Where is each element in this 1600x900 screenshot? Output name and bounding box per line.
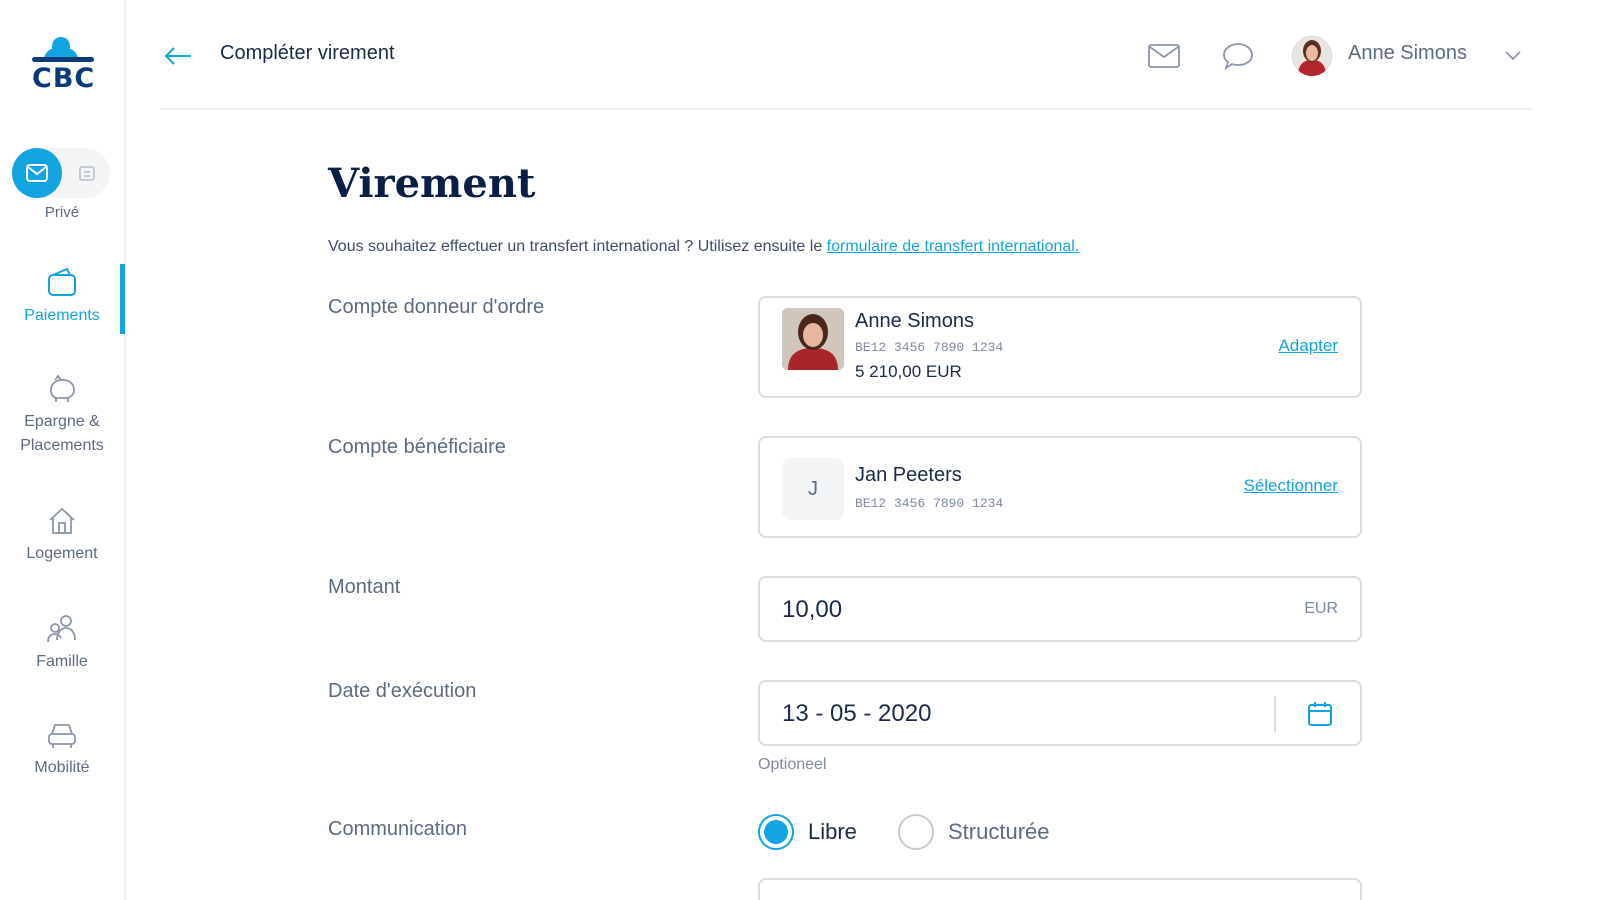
ordering-account-card: Anne Simons BE12 3456 7890 1234 5 210,00…	[758, 296, 1362, 398]
communication-text-field[interactable]	[758, 878, 1362, 900]
chat-bubble-icon[interactable]	[1218, 38, 1258, 74]
toggle-label-private: Privé	[44, 204, 80, 221]
sidebar: CBC Privé Paiements Epargne & Placements…	[0, 0, 126, 900]
logo-bar	[32, 57, 94, 62]
sidebar-item-paiements[interactable]: Paiements	[0, 266, 124, 328]
wallet-icon	[48, 267, 76, 296]
arrow-left-icon[interactable]	[160, 38, 196, 74]
ordering-account-name: Anne Simons	[855, 310, 974, 332]
ordering-account-label: Compte donneur d'ordre	[328, 296, 545, 318]
intro-text: Vous souhaitez effectuer un transfert in…	[328, 238, 1079, 256]
cbc-logo[interactable]: CBC	[28, 36, 98, 94]
page-breadcrumb-title: Compléter virement	[220, 42, 395, 64]
select-beneficiary-link[interactable]: Sélectionner	[1243, 476, 1338, 496]
amount-field[interactable]: 10,00 EUR	[758, 576, 1362, 642]
beneficiary-account-card: J Jan Peeters BE12 3456 7890 1234 Sélect…	[758, 436, 1362, 538]
account-holder-avatar	[782, 308, 844, 370]
radio-structuree-label: Structurée	[948, 819, 1050, 844]
house-icon	[49, 507, 75, 534]
international-transfer-link[interactable]: formulaire de transfert international.	[827, 238, 1080, 255]
execution-date-hint: Optioneel	[758, 756, 827, 773]
radio-libre[interactable]: Libre	[758, 814, 857, 850]
sidebar-item-mobilite[interactable]: Mobilité	[0, 718, 124, 780]
top-header: Compléter virement Anne Simons	[160, 0, 1532, 110]
ordering-account-iban: BE12 3456 7890 1234	[855, 340, 1004, 355]
user-name[interactable]: Anne Simons	[1348, 42, 1467, 65]
piggy-bank-icon	[50, 374, 75, 402]
radio-libre-label: Libre	[808, 819, 857, 844]
chevron-down-icon[interactable]	[1500, 42, 1526, 68]
beneficiary-iban: BE12 3456 7890 1234	[855, 496, 1004, 511]
amount-currency: EUR	[1304, 600, 1338, 617]
sidebar-item-label-line2: Placements	[20, 437, 104, 454]
logo-figure-head	[52, 37, 70, 55]
ordering-account-balance: 5 210,00 EUR	[855, 362, 962, 381]
amount-value[interactable]: 10,00	[782, 596, 842, 624]
family-icon	[47, 615, 76, 643]
mail-icon[interactable]	[12, 148, 62, 198]
beneficiary-account-label: Compte bénéficiaire	[328, 436, 506, 458]
page-title: Virement	[328, 160, 536, 207]
execution-date-label: Date d'exécution	[328, 680, 477, 702]
calendar-icon[interactable]	[1300, 696, 1340, 732]
sidebar-item-famille[interactable]: Famille	[0, 612, 124, 674]
beneficiary-name: Jan Peeters	[855, 464, 962, 486]
execution-date-field[interactable]: 13 - 05 - 2020	[758, 680, 1362, 746]
radio-structuree[interactable]: Structurée	[898, 814, 1050, 850]
intro-text-body: Vous souhaitez effectuer un transfert in…	[328, 238, 827, 255]
sidebar-item-label: Paiements	[24, 307, 100, 324]
date-field-divider	[1274, 696, 1276, 732]
sidebar-item-label: Mobilité	[34, 759, 90, 776]
execution-date-value[interactable]: 13 - 05 - 2020	[782, 700, 931, 728]
sidebar-item-logement[interactable]: Logement	[0, 504, 124, 566]
sidebar-item-label: Famille	[36, 653, 88, 670]
logo-text: CBC	[32, 63, 96, 94]
building-icon[interactable]	[76, 162, 98, 184]
sidebar-item-label: Logement	[26, 545, 98, 562]
amount-label: Montant	[328, 576, 401, 598]
sidebar-item-label: Epargne &	[24, 413, 100, 430]
private-business-toggle[interactable]	[12, 148, 110, 198]
communication-label: Communication	[328, 818, 467, 840]
envelope-icon[interactable]	[1144, 38, 1184, 74]
sidebar-item-epargne[interactable]: Epargne & Placements	[0, 372, 124, 458]
radio-structuree-dot[interactable]	[898, 814, 934, 850]
adapt-account-link[interactable]: Adapter	[1278, 336, 1338, 356]
car-icon	[48, 724, 76, 748]
radio-libre-dot[interactable]	[758, 814, 794, 850]
user-avatar[interactable]	[1292, 36, 1332, 76]
beneficiary-initial-avatar: J	[782, 458, 844, 520]
